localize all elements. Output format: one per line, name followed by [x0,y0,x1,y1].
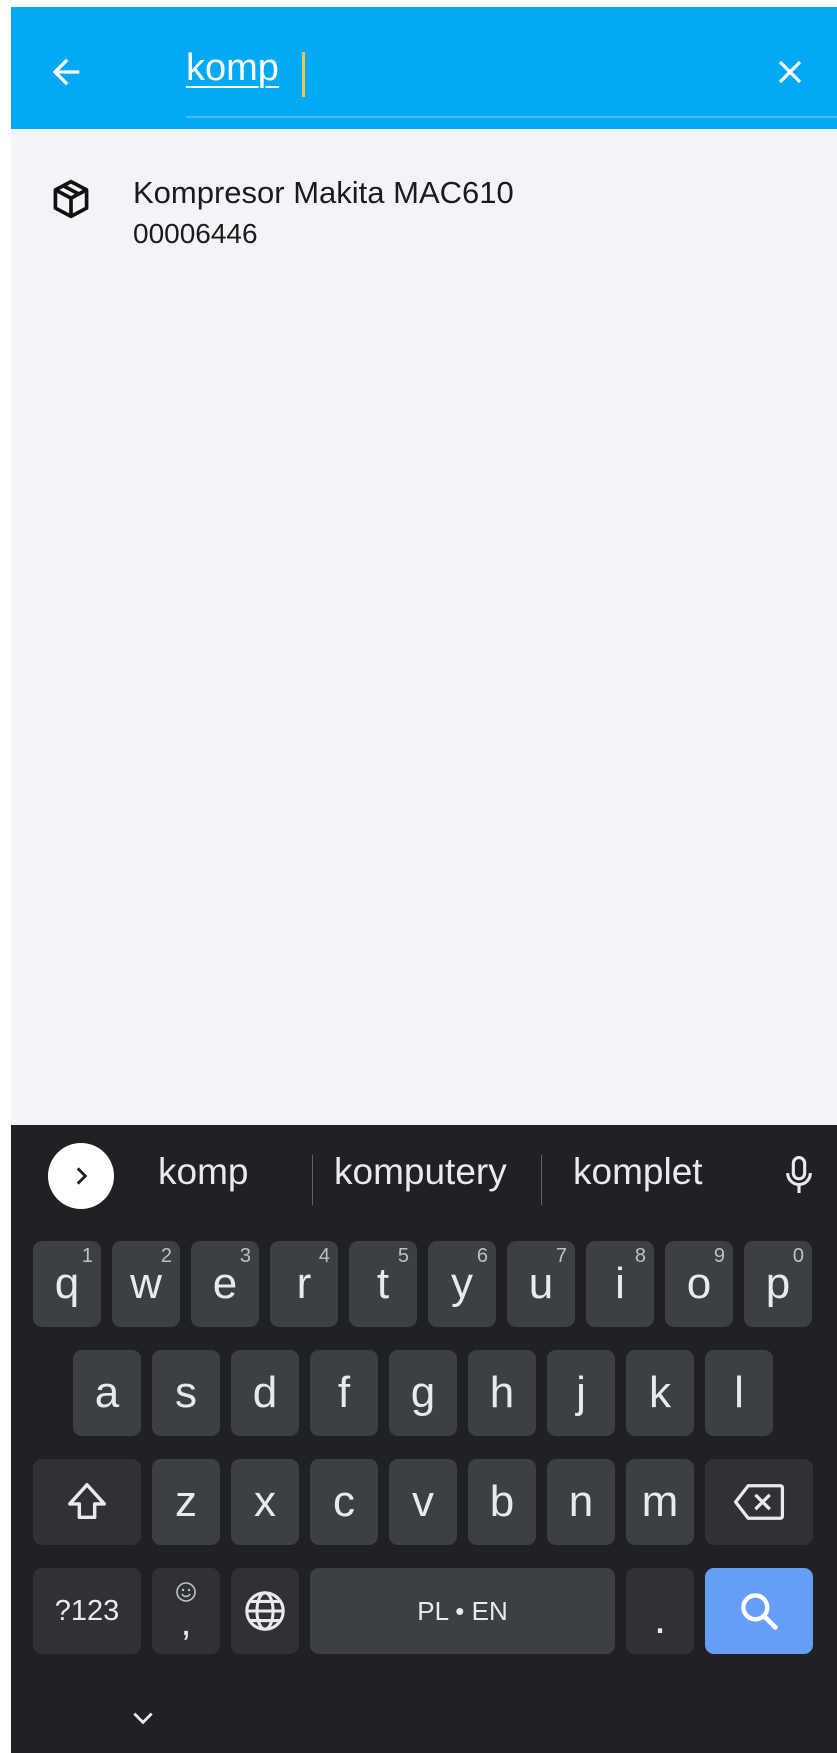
key-i[interactable]: 8i [586,1241,654,1327]
suggestion-1[interactable]: komp [158,1151,248,1193]
key-m[interactable]: m [626,1459,694,1545]
key-k[interactable]: k [626,1350,694,1436]
key-w[interactable]: 2w [112,1241,180,1327]
close-icon [778,60,802,84]
suggestion-divider [541,1155,542,1205]
key-q[interactable]: 1q [33,1241,101,1327]
key-x[interactable]: x [231,1459,299,1545]
key-f[interactable]: f [310,1350,378,1436]
suggestion-divider [312,1155,313,1205]
key-b[interactable]: b [468,1459,536,1545]
arrow-left-icon [52,58,80,86]
text-caret [302,52,305,97]
key-j[interactable]: j [547,1350,615,1436]
search-underline [186,116,837,118]
result-code: 00006446 [133,218,258,249]
key-p[interactable]: 0p [744,1241,812,1327]
key-n[interactable]: n [547,1459,615,1545]
list-item[interactable]: Kompresor Makita MAC610 00006446 [11,147,837,249]
key-s[interactable]: s [152,1350,220,1436]
result-title: Kompresor Makita MAC610 [133,175,514,210]
key-c[interactable]: c [310,1459,378,1545]
suggestion-2[interactable]: komputery [334,1151,507,1193]
shift-key[interactable] [33,1459,141,1545]
package-icon [53,179,89,219]
search-icon [741,1593,778,1630]
period-key[interactable]: . [626,1568,694,1654]
backspace-icon [733,1484,785,1520]
key-v[interactable]: v [389,1459,457,1545]
space-key[interactable]: PL • EN [310,1568,615,1654]
search-app-bar [11,7,837,129]
emoji-comma-key[interactable]: , [152,1568,220,1654]
key-u[interactable]: 7u [507,1241,575,1327]
key-a[interactable]: a [73,1350,141,1436]
emoji-icon [176,1582,196,1602]
language-key[interactable] [231,1568,299,1654]
chevron-down-icon [133,1712,153,1725]
backspace-key[interactable] [705,1459,813,1545]
key-g[interactable]: g [389,1350,457,1436]
shift-icon [68,1483,106,1520]
search-input[interactable] [186,33,746,103]
hide-keyboard-button[interactable] [123,1703,163,1733]
key-e[interactable]: 3e [191,1241,259,1327]
globe-icon [245,1591,285,1631]
key-l[interactable]: l [705,1350,773,1436]
key-t[interactable]: 5t [349,1241,417,1327]
key-z[interactable]: z [152,1459,220,1545]
suggestion-strip: komp komputery komplet [11,1125,837,1225]
symbols-key[interactable]: ?123 [33,1568,141,1654]
key-d[interactable]: d [231,1350,299,1436]
clear-search-button[interactable] [765,47,815,97]
expand-toolbar-button[interactable] [48,1143,114,1209]
app-screen: Kompresor Makita MAC610 00006446 komp ko… [11,7,837,1753]
back-button[interactable] [41,47,91,97]
key-y[interactable]: 6y [428,1241,496,1327]
key-o[interactable]: 9o [665,1241,733,1327]
key-h[interactable]: h [468,1350,536,1436]
chevron-right-icon [76,1167,88,1185]
suggestion-3[interactable]: komplet [573,1151,703,1193]
microphone-icon [786,1156,812,1193]
on-screen-keyboard: komp komputery komplet 1q 2w 3e 4r 5t 6y… [11,1125,837,1753]
voice-input-button[interactable] [773,1147,825,1205]
key-r[interactable]: 4r [270,1241,338,1327]
search-key[interactable] [705,1568,813,1654]
